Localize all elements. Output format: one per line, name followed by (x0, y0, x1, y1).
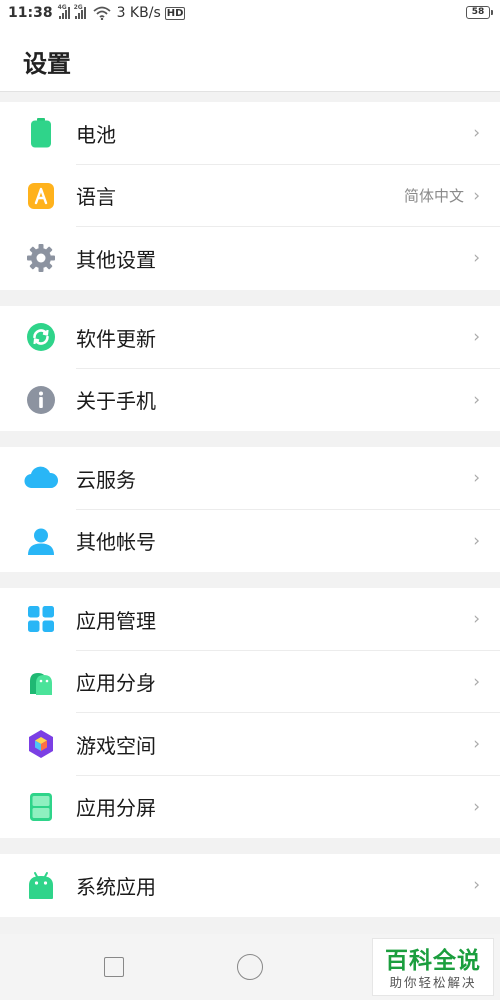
watermark-title: 百科全说 (385, 948, 481, 974)
account-icon (26, 526, 56, 556)
settings-item-battery[interactable]: 电池 › (0, 102, 500, 165)
status-time: 11:38 (8, 5, 53, 21)
sim2-network-tag: 2G (73, 4, 83, 11)
signal-bar (67, 7, 70, 19)
chevron-right-icon: › (473, 248, 480, 269)
settings-item-system-apps[interactable]: 系统应用 › (0, 854, 500, 917)
settings-item-software-update[interactable]: 软件更新 › (0, 306, 500, 369)
chevron-right-icon: › (473, 671, 480, 692)
settings-item-label: 其他设置 (76, 247, 156, 272)
recent-apps-button[interactable] (104, 957, 124, 977)
status-bar: 11:38 4G 2G 3 KB/s HD 58 (0, 0, 500, 26)
chevron-right-icon: › (473, 796, 480, 817)
settings-item-label: 关于手机 (76, 389, 156, 414)
settings-item-label: 其他帐号 (76, 530, 156, 555)
language-icon (26, 181, 56, 211)
settings-item-other-accounts[interactable]: 其他帐号 › (0, 510, 500, 573)
chevron-right-icon: › (473, 327, 480, 348)
settings-item-split-screen[interactable]: 应用分屏 › (0, 776, 500, 839)
signal-bar (74, 16, 77, 19)
battery-icon (26, 118, 56, 148)
watermark-subtitle: 助你轻松解决 (389, 975, 477, 990)
settings-group-accounts: 云服务 › 其他帐号 › (0, 447, 500, 572)
signal-bar (61, 13, 64, 19)
watermark-logo: 百科全说 助你轻松解决 (372, 938, 494, 996)
signal-bar (83, 7, 86, 19)
chevron-right-icon: › (473, 530, 480, 551)
signal-bar (64, 10, 67, 19)
page-title: 设置 (23, 50, 71, 78)
signal-bar (77, 13, 80, 19)
settings-item-label: 云服务 (76, 467, 136, 492)
settings-group-system-apps: 系统应用 › (0, 854, 500, 917)
settings-item-label: 系统应用 (76, 874, 156, 899)
settings-item-label: 软件更新 (76, 326, 156, 351)
battery-status-icon: 58 (466, 6, 493, 19)
app-clone-icon (26, 667, 56, 697)
settings-item-app-clone[interactable]: 应用分身 › (0, 651, 500, 713)
settings-group-system: 软件更新 › 关于手机 › (0, 306, 500, 431)
chevron-right-icon: › (473, 468, 480, 489)
signal-bar (58, 16, 61, 19)
home-button[interactable] (237, 954, 263, 980)
android-icon (26, 870, 56, 900)
hd-voice-icon: HD (164, 6, 186, 20)
settings-item-app-management[interactable]: 应用管理 › (0, 588, 500, 651)
settings-item-label: 应用管理 (76, 608, 156, 633)
chevron-right-icon: › (473, 123, 480, 144)
chevron-right-icon: › (473, 875, 480, 896)
settings-item-language[interactable]: 语言 简体中文 › (0, 165, 500, 227)
settings-item-other-settings[interactable]: 其他设置 › (0, 227, 500, 290)
chevron-right-icon: › (473, 389, 480, 410)
sim1-network-tag: 4G (57, 4, 67, 11)
settings-item-label: 游戏空间 (76, 733, 156, 758)
game-space-icon (26, 729, 56, 759)
language-value: 简体中文 (403, 187, 464, 206)
settings-item-cloud-service[interactable]: 云服务 › (0, 447, 500, 510)
settings-item-label: 应用分屏 (76, 796, 156, 821)
cloud-icon (23, 463, 59, 493)
settings-group-apps: 应用管理 › 应用分身 › 游戏空间 › 应用分屏 › (0, 588, 500, 838)
settings-item-label: 语言 (76, 185, 116, 210)
settings-item-about-phone[interactable]: 关于手机 › (0, 369, 500, 432)
signal-bar (80, 10, 83, 19)
gear-icon (26, 243, 56, 273)
chevron-right-icon: › (473, 609, 480, 630)
signal-sim2-icon: 2G (73, 4, 87, 19)
wifi-icon (92, 6, 111, 20)
settings-group-device: 电池 › 语言 简体中文 › 其他设置 › (0, 102, 500, 290)
chevron-right-icon: › (473, 185, 480, 206)
settings-item-game-space[interactable]: 游戏空间 › (0, 713, 500, 776)
chevron-right-icon: › (473, 734, 480, 755)
info-icon (26, 385, 56, 415)
signal-sim1-icon: 4G (57, 4, 71, 19)
settings-item-label: 电池 (76, 122, 116, 147)
app-grid-icon (26, 604, 56, 634)
network-speed: 3 KB/s (116, 5, 161, 21)
split-screen-icon (26, 792, 56, 822)
page-header: 设置 (0, 26, 500, 92)
update-icon (26, 322, 56, 352)
settings-item-label: 应用分身 (76, 671, 156, 696)
